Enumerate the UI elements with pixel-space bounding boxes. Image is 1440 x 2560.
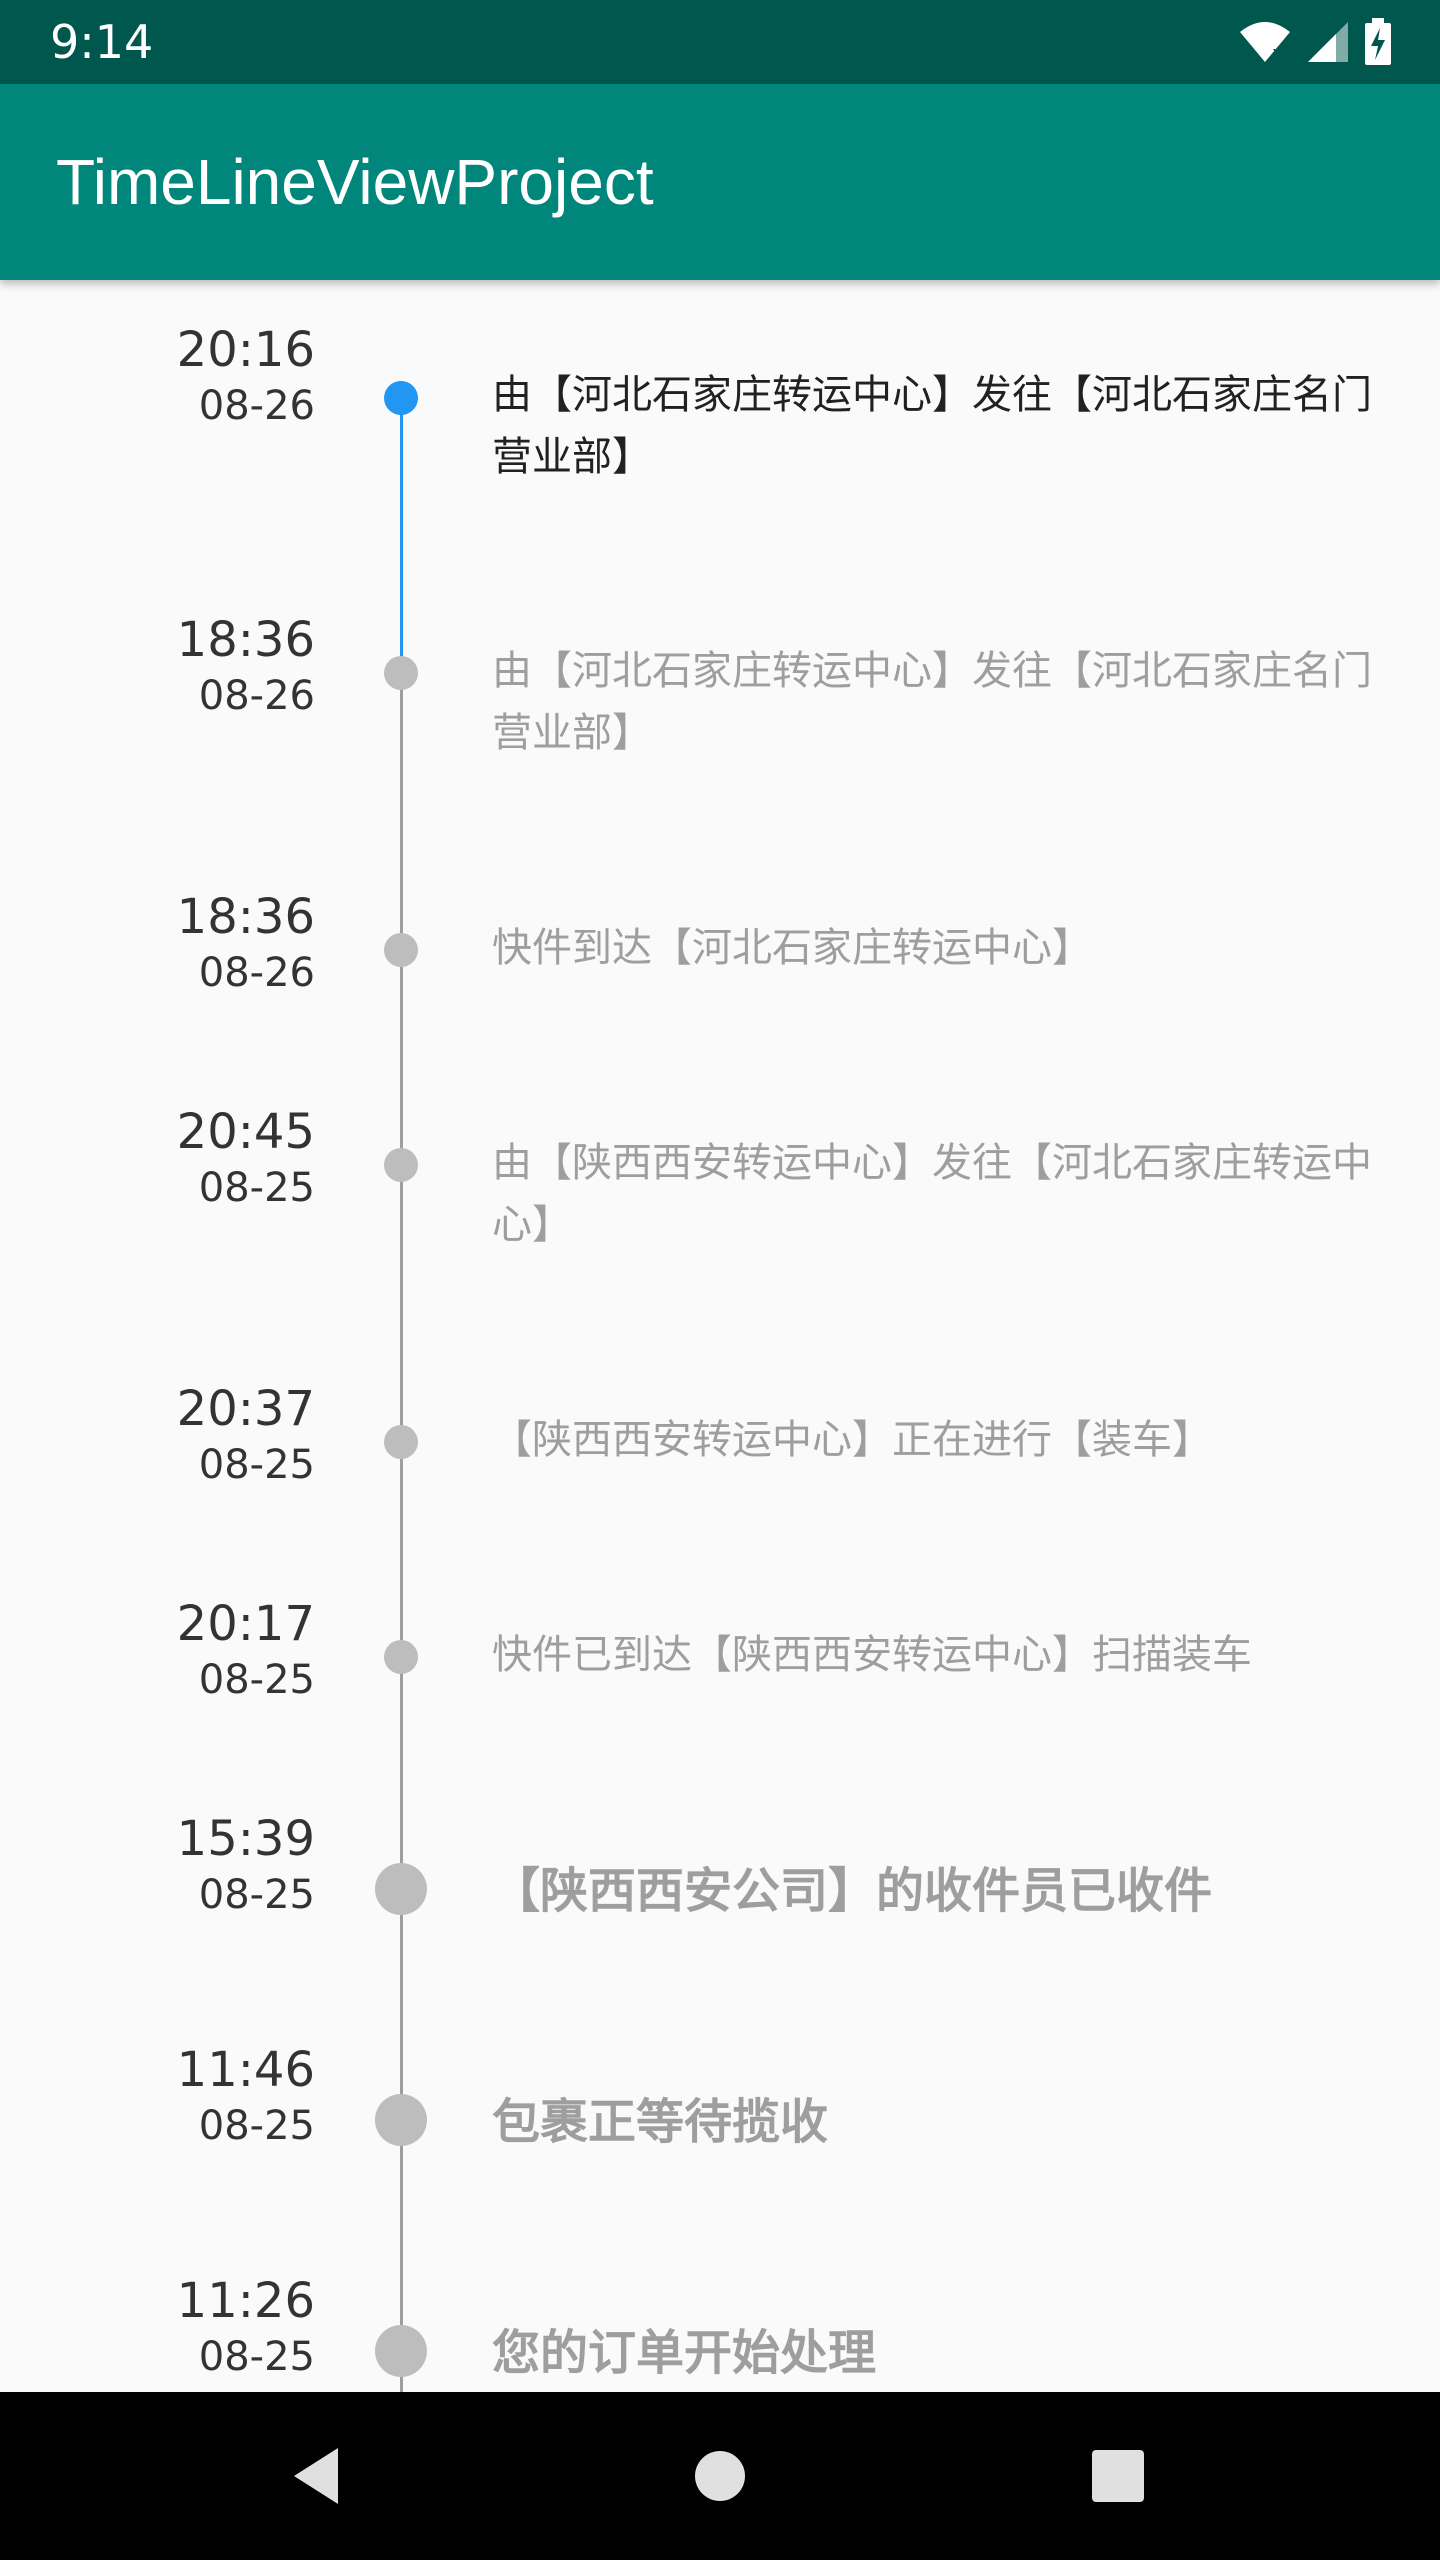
- status-time: 9:14: [50, 15, 154, 69]
- timeline-dot: [375, 1863, 427, 1915]
- timeline-time: 20:37: [176, 1381, 315, 1437]
- timeline-text: 包裹正等待揽收: [492, 2094, 829, 2150]
- timeline-text: 快件到达【河北石家庄转运中心】: [492, 925, 1092, 971]
- timeline-date: 08-25: [198, 1872, 315, 1918]
- timeline-dot: [384, 1148, 418, 1182]
- home-icon[interactable]: [688, 2444, 752, 2508]
- timeline-dot: [384, 933, 418, 967]
- timeline-dot-active: [384, 381, 418, 415]
- timeline-dot: [375, 2094, 427, 2146]
- timeline-time: 20:17: [176, 1596, 315, 1652]
- wifi-icon: x: [1240, 22, 1290, 64]
- svg-text:x: x: [1272, 41, 1284, 64]
- timeline-date: 08-26: [198, 383, 315, 429]
- timeline-time: 11:26: [176, 2273, 315, 2329]
- timeline-date: 08-25: [198, 1442, 315, 1488]
- status-icons: x: [1238, 18, 1392, 66]
- status-bar: 9:14 x: [0, 0, 1440, 84]
- timeline-time: 20:16: [176, 322, 315, 378]
- timeline-text: 【陕西西安转运中心】正在进行【装车】: [492, 1417, 1212, 1463]
- timeline-line: [400, 398, 403, 2392]
- back-icon[interactable]: [286, 2444, 350, 2508]
- navigation-bar: [0, 2392, 1440, 2560]
- timeline-date: 08-25: [198, 1657, 315, 1703]
- timeline-list[interactable]: 20:16 08-26 由【河北石家庄转运中心】发往【河北石家庄名门营业部】 1…: [0, 280, 1440, 2392]
- timeline-date: 08-25: [198, 1165, 315, 1211]
- timeline-time: 20:45: [176, 1104, 315, 1160]
- app-title: TimeLineViewProject: [56, 146, 654, 218]
- timeline-time: 18:36: [176, 612, 315, 668]
- timeline-text: 【陕西西安公司】的收件员已收件: [492, 1863, 1213, 1919]
- timeline-text: 您的订单开始处理: [492, 2325, 877, 2381]
- timeline-dot: [375, 2325, 427, 2377]
- timeline-text: 由【河北石家庄转运中心】发往【河北石家庄名门营业部】: [492, 648, 1372, 756]
- recents-icon[interactable]: [1086, 2444, 1150, 2508]
- timeline-time: 15:39: [176, 1811, 315, 1867]
- timeline-dot: [384, 1425, 418, 1459]
- timeline-date: 08-25: [198, 2103, 315, 2149]
- signal-icon: [1308, 22, 1348, 62]
- timeline-time: 18:36: [176, 889, 315, 945]
- app-bar: TimeLineViewProject: [0, 84, 1440, 280]
- timeline-date: 08-26: [198, 673, 315, 719]
- timeline-date: 08-25: [198, 2334, 315, 2380]
- timeline-text: 由【河北石家庄转运中心】发往【河北石家庄名门营业部】: [492, 372, 1372, 480]
- timeline-dot: [384, 1640, 418, 1674]
- timeline-date: 08-26: [198, 950, 315, 996]
- battery-charging-icon: [1365, 18, 1391, 65]
- timeline-text: 快件已到达【陕西西安转运中心】扫描装车: [492, 1632, 1252, 1678]
- timeline-text: 由【陕西西安转运中心】发往【河北石家庄转运中心】: [492, 1140, 1372, 1248]
- timeline-line-active: [400, 398, 403, 675]
- timeline-dot: [384, 656, 418, 690]
- timeline-time: 11:46: [176, 2042, 315, 2098]
